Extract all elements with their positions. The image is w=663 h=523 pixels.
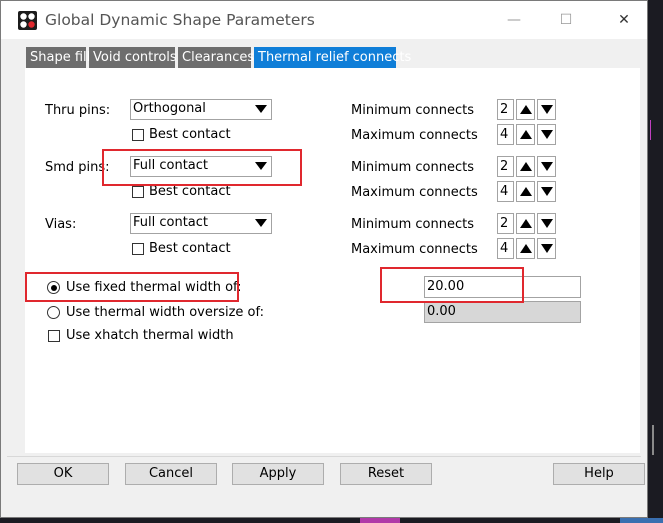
arrow-up-icon: [520, 162, 532, 171]
oversize-width-label: Use thermal width oversize of:: [66, 305, 264, 320]
smd-pins-max-label: Maximum connects: [351, 185, 478, 200]
vias-max-decrement[interactable]: [537, 238, 556, 259]
smd-pins-min-increment[interactable]: [516, 156, 535, 177]
thru-pins-select[interactable]: Orthogonal: [130, 99, 272, 120]
arrow-up-icon: [520, 187, 532, 196]
vias-label: Vias:: [45, 217, 77, 232]
vias-min-decrement[interactable]: [537, 213, 556, 234]
vias-best-contact-label: Best contact: [149, 241, 231, 256]
arrow-down-icon: [541, 187, 553, 196]
arrow-down-icon: [541, 219, 553, 228]
arrow-down-icon: [541, 130, 553, 139]
dialog-window: Global Dynamic Shape Parameters — ☐ ✕ Sh…: [0, 0, 648, 518]
thru-pins-max-label: Maximum connects: [351, 128, 478, 143]
smd-pins-best-contact-checkbox[interactable]: [132, 186, 144, 198]
thru-pins-max-increment[interactable]: [516, 124, 535, 145]
app-icon: [18, 11, 37, 30]
vias-select[interactable]: Full contact: [130, 213, 272, 234]
ok-button[interactable]: OK: [17, 463, 109, 485]
thru-pins-select-value: Orthogonal: [133, 101, 206, 116]
vias-max-label: Maximum connects: [351, 242, 478, 257]
minimize-button[interactable]: —: [491, 7, 537, 33]
footer-divider: [7, 456, 641, 457]
xhatch-width-checkbox[interactable]: [48, 330, 60, 342]
thru-pins-min-increment[interactable]: [516, 99, 535, 120]
vias-min-value[interactable]: 2: [497, 213, 514, 234]
arrow-up-icon: [520, 219, 532, 228]
arrow-up-icon: [520, 105, 532, 114]
tab-void-controls[interactable]: Void controls: [89, 47, 177, 68]
oversize-width-radio[interactable]: [47, 306, 60, 319]
background-canvas-fragment: [650, 120, 651, 140]
arrow-up-icon: [520, 130, 532, 139]
vias-max-value[interactable]: 4: [497, 238, 514, 259]
smd-pins-best-contact-label: Best contact: [149, 184, 231, 199]
arrow-up-icon: [520, 244, 532, 253]
title-bar: Global Dynamic Shape Parameters — ☐ ✕: [1, 1, 647, 39]
highlight-box-fixed-width-option: [25, 272, 239, 302]
smd-pins-max-decrement[interactable]: [537, 181, 556, 202]
smd-pins-max-increment[interactable]: [516, 181, 535, 202]
thru-pins-max-value[interactable]: 4: [497, 124, 514, 145]
background-canvas-fragment: [360, 518, 400, 523]
thru-pins-min-value[interactable]: 2: [497, 99, 514, 120]
thru-pins-min-decrement[interactable]: [537, 99, 556, 120]
thru-pins-best-contact-label: Best contact: [149, 127, 231, 142]
window-title: Global Dynamic Shape Parameters: [45, 11, 315, 29]
thru-pins-min-label: Minimum connects: [351, 103, 474, 118]
thermal-relief-panel: Thru pins: Orthogonal Best contact Minim…: [25, 68, 640, 453]
arrow-down-icon: [541, 105, 553, 114]
arrow-down-icon: [541, 244, 553, 253]
tab-clearances[interactable]: Clearances: [178, 47, 254, 68]
tab-shape-fill[interactable]: Shape fill: [26, 47, 90, 68]
chevron-down-icon: [255, 219, 267, 227]
background-canvas-fragment: [652, 425, 654, 455]
reset-button[interactable]: Reset: [340, 463, 432, 485]
smd-pins-min-value[interactable]: 2: [497, 156, 514, 177]
smd-pins-label: Smd pins:: [45, 160, 110, 175]
highlight-box-smd-select: [102, 149, 302, 186]
vias-min-label: Minimum connects: [351, 217, 474, 232]
vias-select-value: Full contact: [133, 215, 209, 230]
vias-min-increment[interactable]: [516, 213, 535, 234]
chevron-down-icon: [255, 105, 267, 113]
oversize-width-input[interactable]: 0.00: [424, 301, 581, 323]
thru-pins-max-decrement[interactable]: [537, 124, 556, 145]
apply-button[interactable]: Apply: [232, 463, 324, 485]
maximize-button[interactable]: ☐: [543, 7, 589, 33]
thru-pins-best-contact-checkbox[interactable]: [132, 129, 144, 141]
background-canvas-fragment: [620, 518, 663, 523]
help-button[interactable]: Help: [553, 463, 645, 485]
xhatch-width-label: Use xhatch thermal width: [66, 328, 234, 343]
thru-pins-label: Thru pins:: [45, 103, 111, 118]
smd-pins-max-value[interactable]: 4: [497, 181, 514, 202]
arrow-down-icon: [541, 162, 553, 171]
cancel-button[interactable]: Cancel: [125, 463, 217, 485]
vias-best-contact-checkbox[interactable]: [132, 243, 144, 255]
tab-thermal-relief-connects[interactable]: Thermal relief connects: [254, 47, 411, 68]
vias-max-increment[interactable]: [516, 238, 535, 259]
smd-pins-min-label: Minimum connects: [351, 160, 474, 175]
close-button[interactable]: ✕: [601, 7, 647, 33]
highlight-box-fixed-width-value: [380, 267, 524, 303]
smd-pins-min-decrement[interactable]: [537, 156, 556, 177]
